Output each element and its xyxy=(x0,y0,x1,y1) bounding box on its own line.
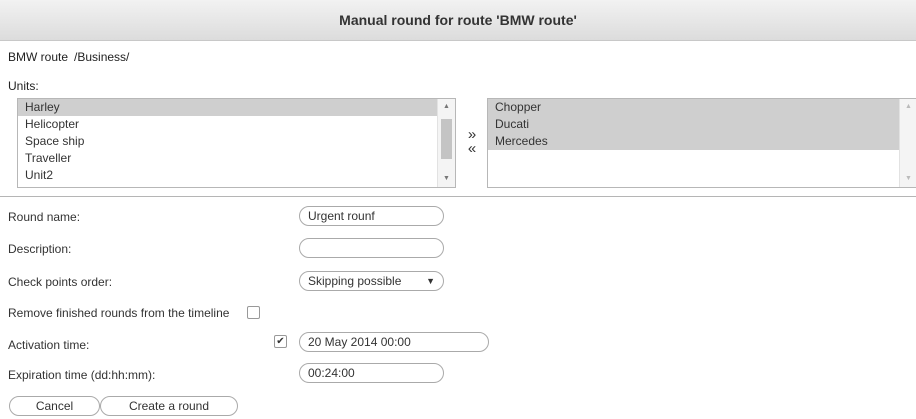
units-label: Units: xyxy=(8,79,39,93)
list-item[interactable]: Harley xyxy=(18,99,437,116)
list-item[interactable]: Ducati xyxy=(488,116,902,133)
assigned-units-list[interactable]: Chopper Ducati Mercedes ▲ ▼ xyxy=(487,98,916,188)
description-label: Description: xyxy=(8,242,72,256)
available-units-list[interactable]: Harley Helicopter Space ship Traveller U… xyxy=(17,98,456,188)
scroll-thumb[interactable] xyxy=(441,119,452,159)
check-points-order-label: Check points order: xyxy=(8,275,113,289)
description-input[interactable] xyxy=(299,238,444,258)
check-points-order-select[interactable]: Skipping possible ▼ xyxy=(299,271,444,291)
scroll-up-icon[interactable]: ▲ xyxy=(438,102,455,112)
route-folder: /Business/ xyxy=(74,50,130,64)
expiration-time-input[interactable] xyxy=(299,363,444,383)
remove-unit-button[interactable]: « xyxy=(462,141,482,156)
list-item[interactable]: Space ship xyxy=(18,133,437,150)
cancel-button[interactable]: Cancel xyxy=(9,396,100,416)
dialog-title: Manual round for route 'BMW route' xyxy=(0,0,916,41)
chevron-down-icon: ▼ xyxy=(426,276,435,286)
round-name-input[interactable] xyxy=(299,206,444,226)
route-name: BMW route xyxy=(8,50,69,64)
list-item[interactable]: Unit2 xyxy=(18,167,437,184)
scroll-down-icon[interactable]: ▼ xyxy=(438,174,455,184)
expiration-time-label: Expiration time (dd:hh:mm): xyxy=(8,368,156,382)
activation-time-checkbox[interactable]: ✔ xyxy=(274,335,287,348)
check-points-order-value: Skipping possible xyxy=(308,274,402,288)
available-units-scrollbar[interactable]: ▲ ▼ xyxy=(437,99,455,187)
section-divider xyxy=(0,196,916,197)
create-round-button[interactable]: Create a round xyxy=(100,396,238,416)
list-item[interactable]: Helicopter xyxy=(18,116,437,133)
route-path: BMW route/Business/ xyxy=(8,50,129,64)
remove-finished-label: Remove finished rounds from the timeline xyxy=(8,306,230,320)
scroll-up-icon[interactable]: ▲ xyxy=(900,102,916,112)
remove-finished-checkbox[interactable] xyxy=(247,306,260,319)
move-buttons: » « xyxy=(462,127,482,156)
list-item[interactable]: Traveller xyxy=(18,150,437,167)
activation-time-label: Activation time: xyxy=(8,338,90,352)
list-item[interactable]: Mercedes xyxy=(488,133,902,150)
activation-time-input[interactable] xyxy=(299,332,489,352)
scroll-down-icon[interactable]: ▼ xyxy=(900,174,916,184)
assigned-units-scrollbar[interactable]: ▲ ▼ xyxy=(899,99,916,187)
list-item[interactable]: Chopper xyxy=(488,99,902,116)
round-name-label: Round name: xyxy=(8,210,81,224)
checkmark-icon: ✔ xyxy=(276,336,285,347)
